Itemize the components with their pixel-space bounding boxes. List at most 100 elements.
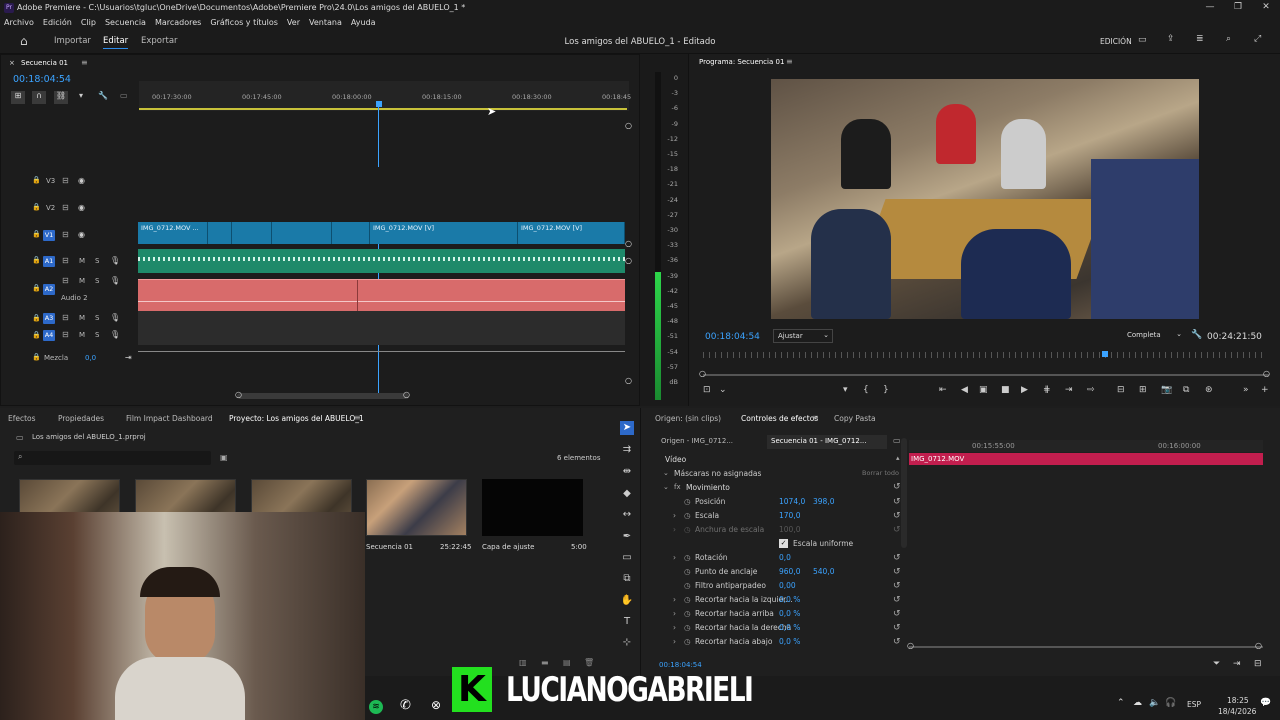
solo-button[interactable]: S: [95, 257, 99, 265]
eye-icon[interactable]: ◉: [78, 176, 85, 185]
adjustment-layer-name[interactable]: Capa de ajuste: [482, 543, 534, 551]
stopwatch-icon[interactable]: ◷: [684, 553, 691, 562]
clock-time[interactable]: 18:25: [1227, 696, 1249, 705]
track-a4-label[interactable]: A4: [43, 330, 55, 341]
lock-icon[interactable]: 🔒: [32, 284, 41, 292]
compare-icon[interactable]: ⧉: [1183, 385, 1189, 395]
timeline-close-icon[interactable]: ×: [9, 59, 15, 67]
minimize-icon[interactable]: —: [1196, 0, 1224, 15]
work-area-bar[interactable]: [139, 108, 627, 110]
remix-icon[interactable]: ⧉: [620, 572, 634, 586]
program-timecode[interactable]: 00:18:04:54: [705, 332, 760, 342]
wrench-icon[interactable]: 🔧: [1191, 330, 1202, 340]
video-clip[interactable]: [232, 222, 272, 244]
mic-icon[interactable]: 🎙: [110, 276, 120, 285]
more-icon[interactable]: ⊟: [1254, 659, 1262, 669]
project-search-input[interactable]: ⌕: [14, 451, 211, 465]
stopwatch-icon[interactable]: ◷: [684, 511, 691, 520]
show-timeline-icon[interactable]: ▭: [893, 436, 901, 445]
tab-propiedades[interactable]: Propiedades: [58, 414, 104, 423]
adjustment-layer-thumbnail[interactable]: [482, 479, 583, 536]
video-clip[interactable]: IMG_0712.MOV [V]: [518, 222, 625, 244]
scroll-handle-icon[interactable]: ○: [1263, 369, 1270, 378]
reset-icon[interactable]: ↺: [893, 637, 901, 647]
chevron-right-icon[interactable]: ›: [673, 609, 676, 618]
play-around-icon[interactable]: ⇨: [1087, 385, 1095, 395]
play-icon[interactable]: ▶: [1021, 385, 1028, 395]
reset-icon[interactable]: ↺: [893, 497, 901, 507]
scroll-handle-icon[interactable]: ○: [625, 256, 632, 265]
track-a2-label[interactable]: A2: [43, 284, 55, 295]
selection-tool-icon[interactable]: ➤: [620, 421, 634, 435]
mix-value[interactable]: 0,0: [85, 354, 96, 362]
motion-label[interactable]: Movimiento: [686, 483, 730, 492]
mic-icon[interactable]: 🎙: [110, 256, 120, 265]
share-icon[interactable]: ⇪: [1167, 34, 1175, 44]
insert-sequence-icon[interactable]: ⊞: [11, 91, 25, 104]
video-clip[interactable]: IMG_0712.MOV ...: [138, 222, 208, 244]
effects-timecode[interactable]: 00:18:04:54: [659, 661, 702, 669]
menu-archivo[interactable]: Archivo: [4, 18, 34, 27]
sequence-thumbnail[interactable]: [366, 479, 467, 536]
reset-icon[interactable]: ↺: [893, 482, 901, 492]
mic-icon[interactable]: 🎙: [110, 330, 120, 339]
chevron-right-icon[interactable]: ›: [673, 637, 676, 646]
timeline-ruler[interactable]: 00:17:30:00 00:17:45:00 00:18:00:00 00:1…: [139, 81, 631, 111]
program-title[interactable]: Programa: Secuencia 01: [699, 58, 784, 66]
audio-tracks-empty[interactable]: [138, 311, 625, 345]
vertical-scrollbar[interactable]: ○ ○ ○ ○: [625, 121, 633, 385]
effects-clip-bar[interactable]: IMG_0712.MOV: [909, 453, 1263, 465]
project-menu-icon[interactable]: ≡: [354, 413, 361, 422]
snap-icon[interactable]: ∩: [32, 91, 46, 104]
delete-icon[interactable]: 🗑: [584, 658, 594, 667]
sync-icon[interactable]: ⊟: [62, 330, 69, 339]
go-to-in-icon[interactable]: ⇤: [939, 385, 947, 395]
step-back-icon[interactable]: ◀: [961, 385, 968, 395]
mute-button[interactable]: M: [79, 314, 85, 322]
timeline-tab[interactable]: Secuencia 01: [21, 59, 68, 67]
mute-button[interactable]: M: [79, 331, 85, 339]
sync-icon[interactable]: ⊟: [62, 176, 69, 185]
mark-in-icon[interactable]: {: [863, 385, 869, 395]
menu-marcadores[interactable]: Marcadores: [155, 18, 201, 27]
audio-clip-a1[interactable]: [138, 249, 625, 273]
timeline-menu-icon[interactable]: ≡: [81, 58, 88, 67]
extract-icon[interactable]: ⊞: [1139, 385, 1147, 395]
prop-value[interactable]: 0,0 %: [779, 595, 800, 604]
track-select-icon[interactable]: ⇉: [620, 443, 634, 457]
filter-icon[interactable]: ⏷: [1213, 659, 1220, 669]
tab-controles-efectos[interactable]: Controles de efectos: [741, 414, 818, 423]
reset-icon[interactable]: ↺: [893, 511, 901, 521]
video-clip[interactable]: IMG_0712.MOV [V]: [370, 222, 518, 244]
stop-icon[interactable]: ▣: [979, 385, 988, 395]
prop-value[interactable]: 0,0 %: [779, 623, 800, 632]
razor-icon[interactable]: ◆: [620, 487, 634, 501]
automate-icon[interactable]: ▥: [519, 658, 527, 667]
mute-button[interactable]: M: [79, 257, 85, 265]
scroll-handle-icon[interactable]: ○: [625, 121, 632, 130]
effects-zoom-bar[interactable]: ○ ○: [907, 641, 1263, 650]
menu-graficos[interactable]: Gráficos y títulos: [210, 18, 278, 27]
video-clip[interactable]: [208, 222, 232, 244]
timeline-timecode[interactable]: 00:18:04:54: [13, 74, 71, 85]
lock-icon[interactable]: 🔒: [32, 331, 41, 339]
scroll-handle-icon[interactable]: ○: [403, 390, 410, 399]
solo-button[interactable]: S: [95, 277, 99, 285]
headset-icon[interactable]: 🎧: [1165, 698, 1176, 708]
eye-icon[interactable]: ◉: [78, 230, 85, 239]
ripple-edit-icon[interactable]: ⇹: [620, 465, 634, 479]
slip-icon[interactable]: ↔: [620, 508, 634, 522]
menu-ayuda[interactable]: Ayuda: [351, 18, 376, 27]
speaker-icon[interactable]: 🔈: [1149, 698, 1160, 708]
sync-icon[interactable]: ⊟: [62, 313, 69, 322]
program-playhead[interactable]: [1102, 351, 1108, 357]
program-scrollbar[interactable]: ○ ○: [699, 369, 1270, 378]
chevron-down-icon[interactable]: ⌄: [663, 483, 669, 491]
menu-ver[interactable]: Ver: [287, 18, 300, 27]
close-icon[interactable]: ✕: [1252, 0, 1280, 15]
sync-icon[interactable]: ⊟: [62, 276, 69, 285]
lock-icon[interactable]: 🔒: [32, 230, 41, 238]
mark-out-icon[interactable]: }: [883, 385, 889, 395]
tray-app-icon[interactable]: ☁: [1133, 698, 1142, 708]
video-tracks-empty[interactable]: [138, 167, 625, 222]
